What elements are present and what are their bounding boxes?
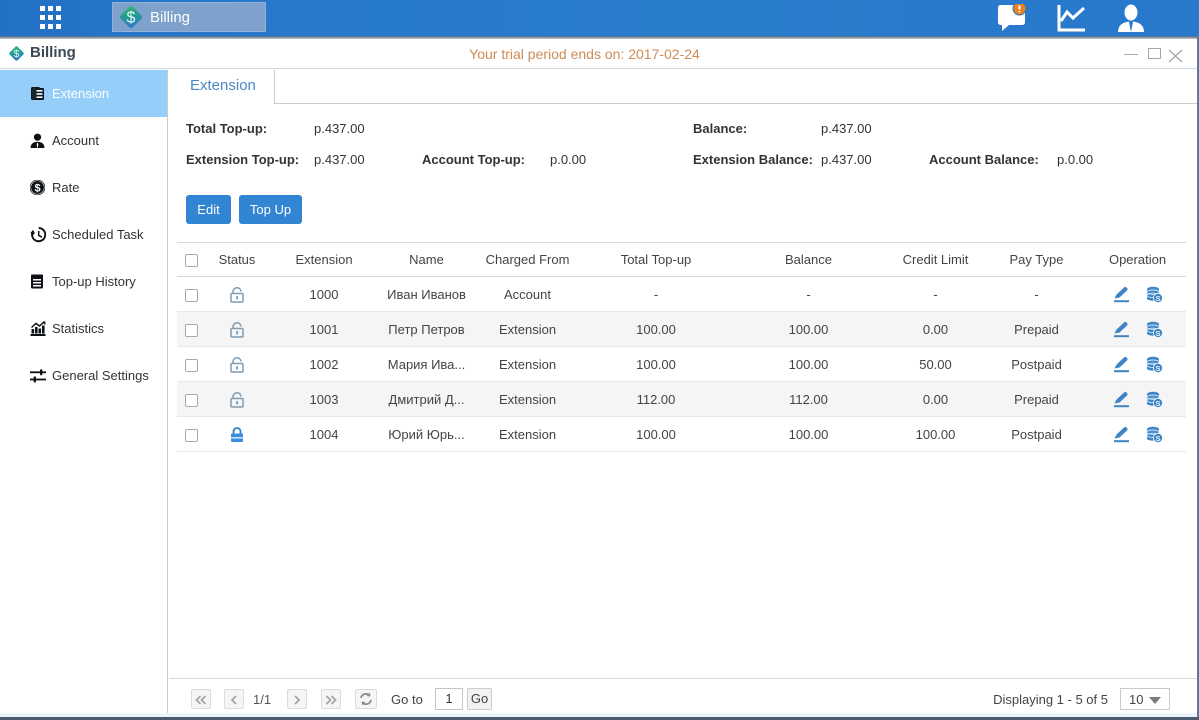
svg-text:$: $ (127, 10, 136, 27)
svg-text:$: $ (34, 183, 40, 195)
